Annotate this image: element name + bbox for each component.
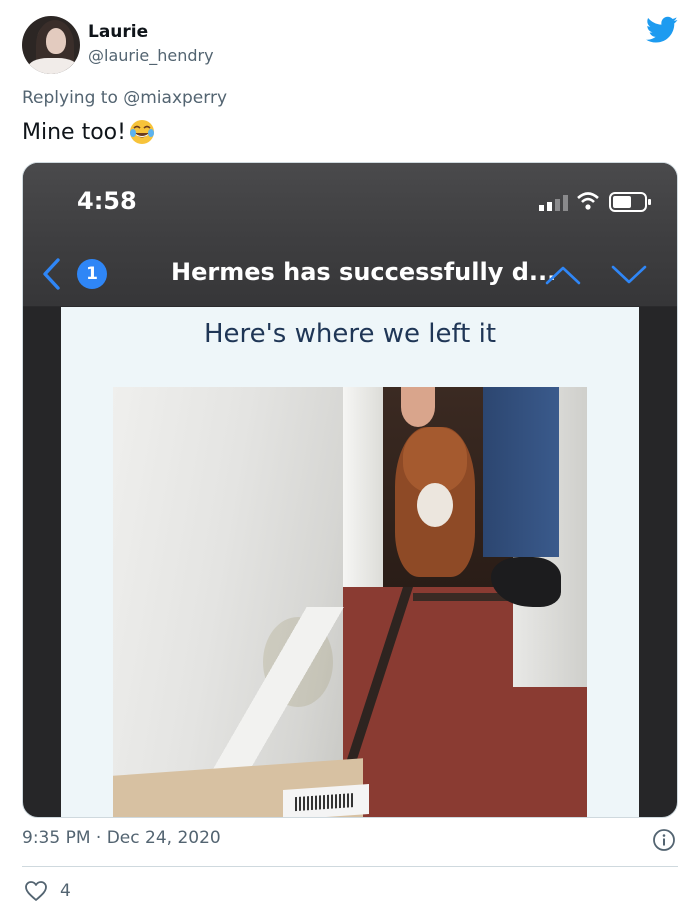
photo-door-frame <box>343 387 383 587</box>
avatar-face <box>46 28 66 54</box>
photo-hand <box>401 387 435 427</box>
info-icon[interactable] <box>652 828 676 852</box>
twitter-bird-icon[interactable] <box>646 16 678 44</box>
face-with-tears-of-joy-emoji-icon <box>129 120 154 144</box>
photo-dog-chest <box>417 483 453 527</box>
attached-screenshot[interactable]: 4:58 1 Hermes has successfully d... Here… <box>22 162 678 818</box>
photo-parcel-barcode <box>283 783 369 817</box>
reply-prefix: Replying to <box>22 88 124 108</box>
reply-context: Replying to @miaxperry <box>22 88 227 108</box>
reply-mention-link[interactable]: @miaxperry <box>123 88 227 108</box>
tweet-body: Mine too! <box>22 119 126 145</box>
mail-navigation-bar: 1 Hermes has successfully d... <box>23 241 677 307</box>
chevron-down-icon[interactable] <box>611 265 647 285</box>
author-display-name[interactable]: Laurie <box>88 22 148 42</box>
photo-jeans <box>483 387 559 557</box>
chevron-up-icon[interactable] <box>545 265 581 285</box>
author-avatar[interactable] <box>22 16 80 74</box>
phone-clock: 4:58 <box>77 187 137 215</box>
tweet-card: Laurie @laurie_hendry Replying to @miaxp… <box>0 0 700 920</box>
delivery-photo <box>113 387 587 817</box>
email-body: Here's where we left it <box>61 307 639 817</box>
unread-count-badge[interactable]: 1 <box>77 259 107 289</box>
email-subject: Hermes has successfully d... <box>171 258 557 286</box>
tweet-text: Mine too! <box>22 118 156 146</box>
tweet-timestamp[interactable]: 9:35 PM · Dec 24, 2020 <box>22 828 221 848</box>
email-heading: Here's where we left it <box>203 319 497 349</box>
like-count: 4 <box>60 881 71 901</box>
battery-icon <box>609 192 651 212</box>
phone-status-bar: 4:58 <box>23 163 677 241</box>
avatar-shoulder <box>28 58 78 74</box>
wifi-icon <box>577 192 599 210</box>
signal-icon <box>539 195 568 211</box>
heart-icon[interactable] <box>24 880 48 902</box>
author-handle[interactable]: @laurie_hendry <box>88 46 214 65</box>
divider <box>22 866 678 867</box>
chevron-left-icon[interactable] <box>41 257 61 291</box>
